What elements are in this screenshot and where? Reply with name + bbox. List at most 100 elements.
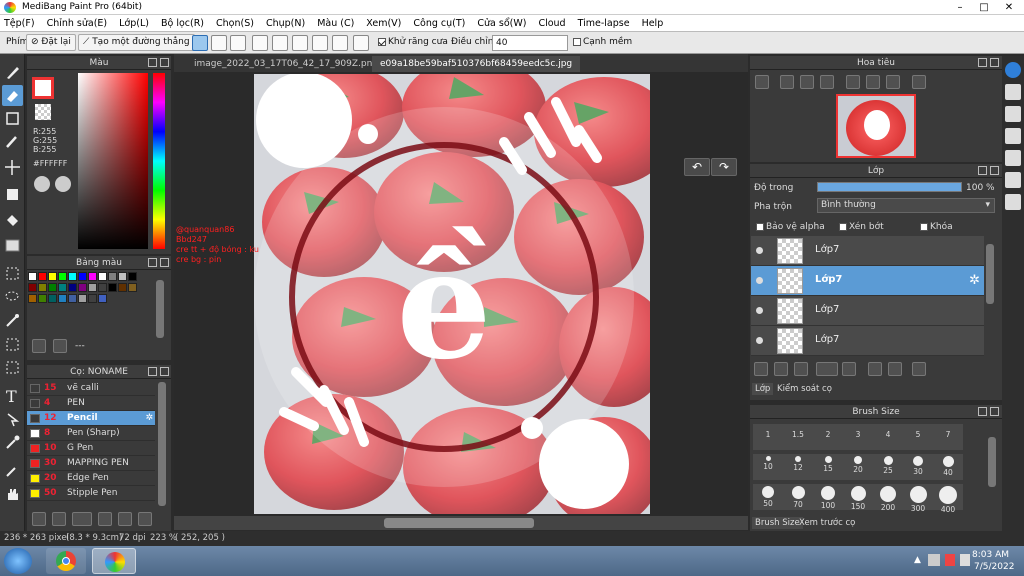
palette-swatch[interactable] — [108, 272, 117, 281]
gear-icon[interactable]: ✲ — [969, 273, 980, 288]
brush-size-option[interactable]: 5 — [903, 424, 933, 450]
brush-item[interactable]: 8 Pen (Sharp) — [27, 426, 155, 441]
layer-scrollbar[interactable] — [986, 244, 994, 304]
float-icon[interactable] — [978, 407, 987, 416]
brush-size-option[interactable]: 150 — [843, 484, 873, 511]
layer-row[interactable]: Lớp7 — [751, 236, 984, 266]
merge-layer-icon[interactable] — [888, 362, 902, 376]
select-pen-icon[interactable] — [2, 334, 23, 355]
start-button[interactable] — [4, 548, 32, 574]
menu-layer[interactable]: Lớp(L) — [119, 18, 149, 29]
menu-filter[interactable]: Bộ lọc(R) — [161, 18, 204, 29]
grid-icon[interactable] — [1005, 194, 1021, 210]
operation-tool-icon[interactable] — [2, 409, 23, 430]
close-panel-icon[interactable] — [160, 58, 169, 67]
palette-swatch[interactable] — [38, 272, 47, 281]
adjust-input[interactable]: 40 — [492, 35, 568, 51]
palette-swatch[interactable] — [78, 283, 87, 292]
palette-swatch[interactable] — [108, 283, 117, 292]
close-panel-icon[interactable] — [990, 58, 999, 67]
color-palette-button[interactable] — [55, 176, 71, 192]
brush-item[interactable]: 50 Stipple Pen — [27, 486, 155, 501]
brush-item[interactable]: 12 Pencil ✲ — [27, 411, 155, 426]
protect-alpha-checkbox[interactable]: Bảo vệ alpha — [756, 222, 825, 232]
tab-brush-control[interactable]: Kiểm soát cọ — [774, 383, 835, 395]
layer-type-icon[interactable] — [794, 362, 808, 376]
brush-size-option[interactable]: 400 — [933, 484, 963, 514]
clipping-checkbox[interactable]: Xén bớt — [839, 222, 884, 232]
palette-swatch[interactable] — [88, 272, 97, 281]
palette-swatch[interactable] — [58, 294, 67, 303]
reset-button[interactable]: ⊘ Đặt lại — [26, 34, 76, 51]
flip-icon[interactable] — [912, 75, 926, 89]
gear-icon[interactable]: ✲ — [145, 411, 153, 426]
close-button[interactable]: ✕ — [997, 1, 1021, 14]
menu-select[interactable]: Chọn(S) — [216, 18, 254, 29]
menu-cloud[interactable]: Cloud — [538, 18, 565, 29]
duplicate-layer-icon[interactable] — [868, 362, 882, 376]
delete-layer-icon[interactable] — [912, 362, 926, 376]
brush-folder-icon[interactable] — [52, 512, 66, 526]
zoom-out-icon[interactable] — [820, 75, 834, 89]
brush-scrollbar[interactable] — [158, 382, 166, 506]
palette-scrollbar[interactable] — [156, 280, 164, 338]
palette-swatch[interactable] — [88, 294, 97, 303]
primary-color-swatch[interactable] — [32, 77, 54, 99]
maximize-button[interactable]: □ — [972, 1, 996, 14]
palette-swatch[interactable] — [98, 283, 107, 292]
palette-swatch[interactable] — [58, 272, 67, 281]
layer-row[interactable]: Lớp7 ✲ — [751, 266, 984, 296]
eraser-tool-icon[interactable] — [2, 85, 23, 106]
document-icon[interactable] — [1005, 150, 1021, 166]
scroll-thumb[interactable] — [384, 518, 534, 528]
tab-image-jpg[interactable]: e09a18be59baf510376bf68459eedc5c.jpg — [372, 56, 581, 72]
eye-icon[interactable] — [756, 307, 763, 314]
navigator-preview[interactable] — [836, 94, 916, 158]
concentric-ruler-icon[interactable] — [292, 35, 308, 51]
menu-snap[interactable]: Chụp(N) — [266, 18, 305, 29]
brush-item[interactable]: 15 vẽ calli — [27, 381, 155, 396]
antialias-checkbox[interactable]: Khử răng cưa — [378, 37, 448, 47]
delete-palette-icon[interactable] — [53, 339, 67, 353]
close-panel-icon[interactable] — [990, 166, 999, 175]
cross-ruler-icon[interactable] — [230, 35, 246, 51]
brush-tool-icon[interactable] — [2, 131, 23, 152]
hue-slider[interactable] — [153, 73, 165, 249]
radial-ruler-icon[interactable] — [272, 35, 288, 51]
float-icon[interactable] — [978, 166, 987, 175]
palette-swatch[interactable] — [48, 283, 57, 292]
blend-mode-select[interactable]: Bình thường ▾ — [817, 198, 995, 213]
palette-swatch[interactable] — [118, 272, 127, 281]
medibang-taskbar-icon[interactable] — [92, 548, 136, 574]
palette-swatch[interactable] — [58, 283, 67, 292]
eye-icon[interactable] — [756, 247, 763, 254]
rotate-right-icon[interactable] — [886, 75, 900, 89]
select-eraser-icon[interactable] — [2, 357, 23, 378]
palette-swatch[interactable] — [78, 294, 87, 303]
float-icon[interactable] — [978, 58, 987, 67]
brush-item[interactable]: 20 Edge Pen — [27, 471, 155, 486]
eye-icon[interactable] — [756, 277, 763, 284]
canvas-area[interactable]: ề @quanquan86 Bbd247 cre tt + độ bóng : … — [174, 72, 748, 516]
float-icon[interactable] — [148, 258, 157, 267]
fill-rect-tool-icon[interactable] — [2, 184, 23, 205]
brush-size-option[interactable]: 3 — [843, 424, 873, 450]
lock-checkbox[interactable]: Khóa — [920, 222, 953, 232]
brush-new-folder-icon[interactable] — [118, 512, 132, 526]
rectangle-tool-icon[interactable] — [2, 108, 23, 129]
float-icon[interactable] — [148, 367, 157, 376]
layer-row[interactable]: Lớp7 — [751, 326, 984, 356]
eye-icon[interactable] — [756, 337, 763, 344]
brush-size-option[interactable]: 20 — [843, 454, 873, 480]
text-tool-icon[interactable]: T — [2, 385, 23, 406]
ruler-off-icon[interactable] — [192, 35, 208, 51]
undo-button[interactable]: ↶ — [684, 158, 710, 176]
eyedropper-tool-icon[interactable] — [2, 432, 23, 453]
magic-wand-icon[interactable] — [2, 310, 23, 331]
menu-edit[interactable]: Chỉnh sửa(E) — [47, 18, 108, 29]
new-layer-alt-icon[interactable] — [774, 362, 788, 376]
menu-timelapse[interactable]: Time-lapse — [578, 18, 630, 29]
tray-network-icon[interactable] — [928, 554, 940, 566]
chrome-taskbar-icon[interactable] — [46, 548, 86, 574]
palette-swatch[interactable] — [48, 294, 57, 303]
